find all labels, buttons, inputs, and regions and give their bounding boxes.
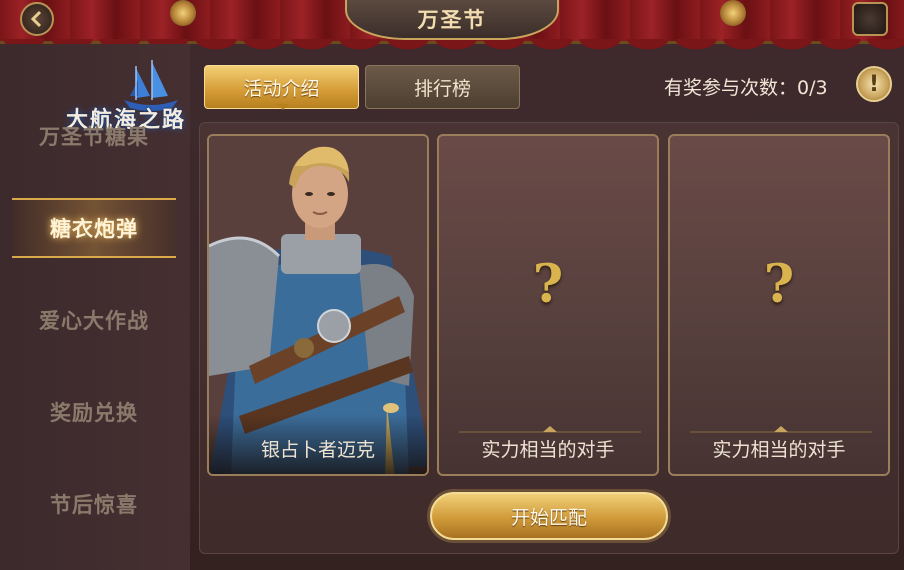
card-label: 实力相当的对手: [481, 439, 615, 461]
opponent-card-character[interactable]: 银占卜者迈克: [207, 134, 429, 476]
tab-leaderboard[interactable]: 排行榜: [365, 65, 520, 109]
question-mark-icon: ?: [532, 254, 564, 315]
sidebar-item-post-festival-surprise[interactable]: 节后惊喜: [12, 474, 176, 534]
title-plaque: 万圣节: [345, 0, 559, 40]
sidebar-item-label: 奖励兑换: [50, 400, 138, 425]
sidebar: 大航海之路 万圣节糖果 糖衣炮弹 爱心大作战 奖励兑换 节后惊喜: [0, 44, 190, 570]
sidebar-item-reward-exchange[interactable]: 奖励兑换: [12, 382, 176, 442]
question-mark-icon: ?: [763, 254, 795, 315]
sidebar-item-halloween-candy[interactable]: 万圣节糖果: [12, 106, 176, 166]
start-matching-button[interactable]: 开始匹配: [430, 492, 668, 540]
back-arrow-icon: [30, 10, 42, 28]
window-title: 万圣节: [417, 7, 487, 32]
opponent-card-unknown-2[interactable]: ? 实力相当的对手: [668, 134, 890, 476]
sidebar-item-label: 糖衣炮弹: [50, 216, 138, 241]
sidebar-item-sugar-cannonball[interactable]: 糖衣炮弹: [12, 198, 176, 258]
sidebar-item-label: 节后惊喜: [50, 492, 138, 517]
curtain-tie-right: [720, 0, 746, 26]
back-button[interactable]: [20, 2, 54, 36]
sidebar-item-love-battle[interactable]: 爱心大作战: [12, 290, 176, 350]
opponent-card-unknown-1[interactable]: ? 实力相当的对手: [437, 134, 659, 476]
menu-button[interactable]: [852, 2, 888, 36]
ornament-divider: [690, 426, 872, 433]
tab-event-intro[interactable]: 活动介绍: [204, 65, 359, 110]
ornament-divider: [459, 426, 641, 433]
sidebar-item-label: 万圣节糖果: [39, 124, 149, 149]
tab-label: 活动介绍: [243, 77, 320, 100]
exclamation-glyph: !: [868, 71, 880, 97]
card-label: 实力相当的对手: [712, 439, 846, 461]
curtain-tie-left: [170, 0, 196, 26]
tab-label: 排行榜: [413, 77, 471, 100]
game-window: 万圣节 大航海之路 万圣节糖果 糖衣炮弹 爱心大作战 奖励兑换 节后惊喜 活动介…: [0, 0, 904, 570]
reward-count-text: 有奖参与次数：0/3: [664, 77, 828, 99]
card-label: 银占卜者迈克: [260, 439, 375, 461]
info-icon[interactable]: !: [856, 66, 892, 102]
sidebar-item-label: 爱心大作战: [39, 308, 149, 333]
start-button-label: 开始匹配: [510, 506, 587, 529]
